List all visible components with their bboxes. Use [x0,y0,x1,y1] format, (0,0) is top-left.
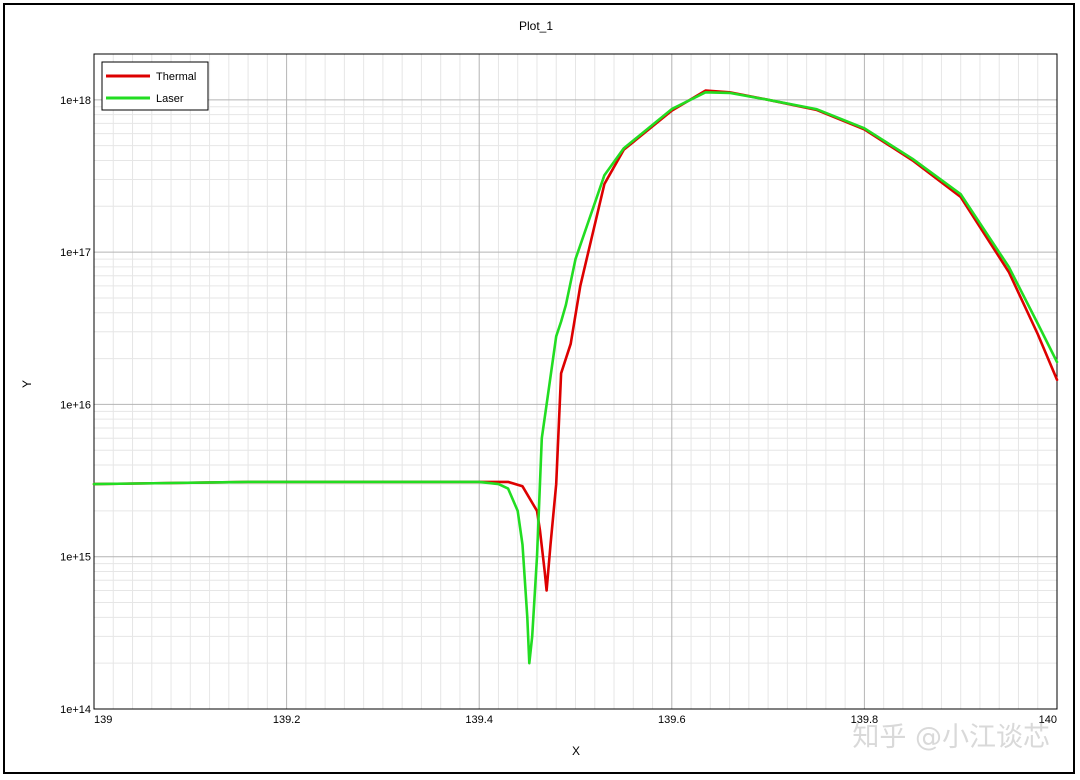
y-tick-label: 1e+14 [60,704,91,716]
x-tick-label: 139.4 [465,714,493,726]
minor-grid [94,53,1057,709]
y-tick-label: 1e+17 [60,247,91,259]
legend: Thermal Laser [101,61,209,111]
chart-title: Plot_1 [519,19,553,33]
watermark: 知乎 @小江谈芯 [852,722,1050,753]
y-tick-label: 1e+18 [60,95,91,107]
y-tick-label: 1e+15 [60,552,91,564]
legend-label-thermal: Thermal [156,71,196,83]
legend-label-laser: Laser [156,93,184,105]
x-tick-label: 139.6 [658,714,686,726]
y-axis-label: Y [20,380,34,388]
x-tick-label: 139.2 [273,714,301,726]
x-tick-label: 139 [94,714,112,726]
y-tick-labels: 1e+14 1e+15 1e+16 1e+17 1e+18 [60,95,91,716]
legend-box [101,61,209,111]
x-axis-label: X [572,744,580,758]
y-tick-label: 1e+16 [60,399,91,411]
chart: 139 139.2 139.4 139.6 139.8 140 1e+141e+151e+… [20,19,1059,758]
